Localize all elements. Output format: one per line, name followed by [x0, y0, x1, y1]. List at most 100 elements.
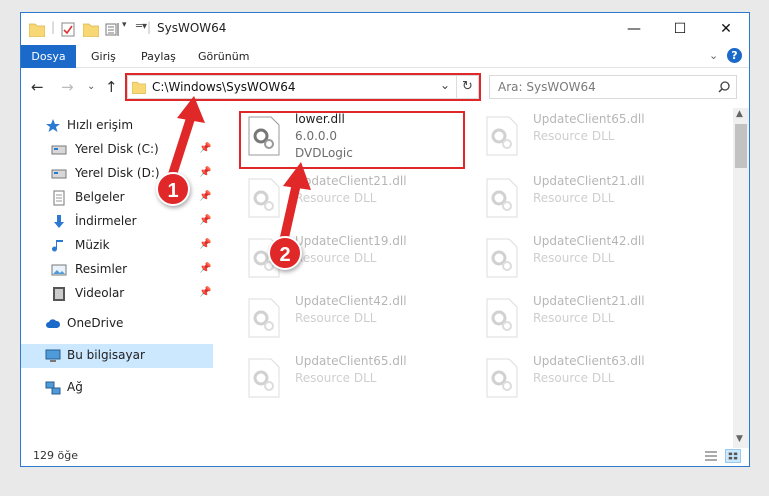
sidebar-item-label: Hızlı erişim — [67, 118, 134, 132]
dll-file-icon — [486, 238, 518, 278]
star-icon — [46, 119, 60, 132]
file-type: Resource DLL — [295, 311, 377, 325]
qat-chevron-down-icon[interactable]: ▾ — [122, 20, 127, 30]
pin-icon[interactable]: 📌 — [199, 191, 211, 202]
file-type: Resource DLL — [533, 251, 615, 265]
pictures-icon — [51, 264, 67, 276]
file-type: Resource DLL — [533, 371, 615, 385]
scroll-thumb[interactable] — [735, 124, 747, 168]
recent-locations-chevron-icon[interactable]: ⌄ — [87, 81, 95, 92]
large-icons-view-icon[interactable] — [725, 449, 741, 463]
sidebar-item-label: Videolar — [75, 286, 125, 300]
sidebar-item-label: Müzik — [75, 238, 110, 252]
network-icon — [45, 381, 61, 395]
file-type: Resource DLL — [533, 129, 615, 143]
sidebar-item-quick-access[interactable]: Hızlı erişim — [21, 114, 213, 138]
close-icon: ✕ — [720, 21, 732, 37]
file-tile[interactable]: UpdateClient21.dll Resource DLL — [479, 170, 709, 226]
file-type: Resource DLL — [295, 371, 377, 385]
vertical-scrollbar[interactable]: ▲ ▼ — [733, 108, 749, 448]
dll-file-icon — [486, 178, 518, 218]
sidebar-item-music[interactable]: Müzik 📌 — [21, 234, 213, 258]
file-name: UpdateClient21.dll — [295, 174, 407, 188]
file-tile[interactable]: UpdateClient63.dll Resource DLL — [479, 350, 709, 406]
search-placeholder: Ara: SysWOW64 — [498, 80, 596, 94]
sidebar-item-this-pc[interactable]: Bu bilgisayar — [21, 344, 213, 368]
sidebar-item-label: Bu bilgisayar — [67, 348, 145, 362]
separator: | — [51, 20, 56, 34]
dll-file-icon — [248, 358, 280, 398]
expand-ribbon-chevron-icon[interactable]: ⌄ — [709, 49, 718, 62]
file-tile[interactable]: UpdateClient21.dll Resource DLL — [479, 290, 709, 346]
file-name: UpdateClient63.dll — [533, 354, 645, 368]
search-input[interactable]: Ara: SysWOW64 — [489, 75, 737, 99]
tab-view[interactable]: Görünüm — [198, 45, 249, 68]
sidebar-item-label: Belgeler — [75, 190, 125, 204]
window-title: SysWOW64 — [157, 21, 227, 35]
forward-arrow-icon[interactable]: → — [61, 78, 74, 96]
tab-file[interactable]: Dosya — [21, 45, 76, 68]
tab-share[interactable]: Paylaş — [141, 45, 176, 68]
minimize-icon: — — [627, 21, 641, 37]
pin-icon[interactable]: 📌 — [199, 287, 211, 298]
computer-icon — [45, 349, 61, 362]
step-2-callout: 2 — [268, 236, 302, 270]
sidebar-item-network[interactable]: Ağ — [21, 376, 213, 400]
sidebar-item-label: Ağ — [67, 380, 83, 394]
sidebar-item-downloads[interactable]: İndirmeler 📌 — [21, 210, 213, 234]
customize-qat-icon[interactable]: ═▾ — [136, 21, 147, 32]
dll-file-icon — [486, 298, 518, 338]
navigation-bar: ← → ⌄ ↑ C:\Windows\SysWOW64 ⌄ ↻ Ara: Sys… — [21, 68, 749, 106]
scroll-down-icon[interactable]: ▼ — [736, 434, 743, 444]
help-icon[interactable]: ? — [727, 48, 742, 63]
details-view-icon[interactable] — [703, 449, 719, 463]
maximize-icon: ☐ — [673, 21, 687, 37]
navigation-pane: Hızlı erişim Yerel Disk (C:) 📌 Yerel Dis… — [21, 108, 213, 453]
file-tile[interactable]: UpdateClient42.dll Resource DLL — [241, 290, 471, 346]
tab-home[interactable]: Giriş — [91, 45, 116, 68]
pin-icon[interactable]: 📌 — [199, 143, 211, 154]
search-icon[interactable] — [718, 81, 730, 93]
new-folder-icon[interactable] — [83, 22, 99, 37]
sidebar-item-drive-c[interactable]: Yerel Disk (C:) 📌 — [21, 138, 213, 162]
documents-icon — [53, 190, 65, 206]
sidebar-item-label: Yerel Disk (D:) — [75, 166, 160, 180]
dll-file-icon — [248, 178, 280, 218]
file-highlight-box — [239, 111, 465, 169]
back-arrow-icon[interactable]: ← — [31, 78, 44, 96]
dll-file-icon — [486, 358, 518, 398]
sidebar-item-onedrive[interactable]: OneDrive — [21, 312, 213, 336]
dll-file-icon — [248, 298, 280, 338]
rename-icon[interactable] — [105, 22, 121, 37]
file-name: UpdateClient42.dll — [533, 234, 645, 248]
pin-icon[interactable]: 📌 — [199, 167, 211, 178]
up-arrow-icon[interactable]: ↑ — [105, 78, 118, 96]
cloud-icon — [46, 319, 61, 328]
maximize-button[interactable]: ☐ — [657, 13, 703, 45]
sidebar-item-pictures[interactable]: Resimler 📌 — [21, 258, 213, 282]
drive-icon — [51, 169, 67, 179]
file-name: UpdateClient65.dll — [533, 112, 645, 126]
file-tile[interactable]: UpdateClient65.dll Resource DLL — [479, 108, 709, 164]
file-name: UpdateClient42.dll — [295, 294, 407, 308]
properties-icon[interactable] — [61, 22, 75, 37]
sidebar-item-label: OneDrive — [67, 316, 124, 330]
sidebar-item-label: Resimler — [75, 262, 128, 276]
minimize-button[interactable]: — — [611, 13, 657, 45]
pin-icon[interactable]: 📌 — [199, 263, 211, 274]
scroll-up-icon[interactable]: ▲ — [736, 109, 743, 119]
sidebar-item-videos[interactable]: Videolar 📌 — [21, 282, 213, 306]
sidebar-item-label: Yerel Disk (C:) — [75, 142, 159, 156]
title-bar: | ▾ ═▾ | SysWOW64 — ☐ ✕ — [21, 13, 749, 45]
file-tile[interactable]: UpdateClient65.dll Resource DLL — [241, 350, 471, 406]
close-button[interactable]: ✕ — [703, 13, 749, 45]
item-count: 129 öğe — [33, 449, 78, 462]
address-highlight-box — [125, 73, 481, 101]
file-tile[interactable]: UpdateClient42.dll Resource DLL — [479, 230, 709, 286]
music-icon — [52, 240, 63, 252]
pin-icon[interactable]: 📌 — [199, 215, 211, 226]
ribbon-tabs: Dosya Giriş Paylaş Görünüm ⌄ ? — [21, 45, 749, 68]
file-tile[interactable]: UpdateClient21.dll Resource DLL — [241, 170, 471, 226]
status-bar: 129 öğe — [21, 446, 749, 466]
pin-icon[interactable]: 📌 — [199, 239, 211, 250]
